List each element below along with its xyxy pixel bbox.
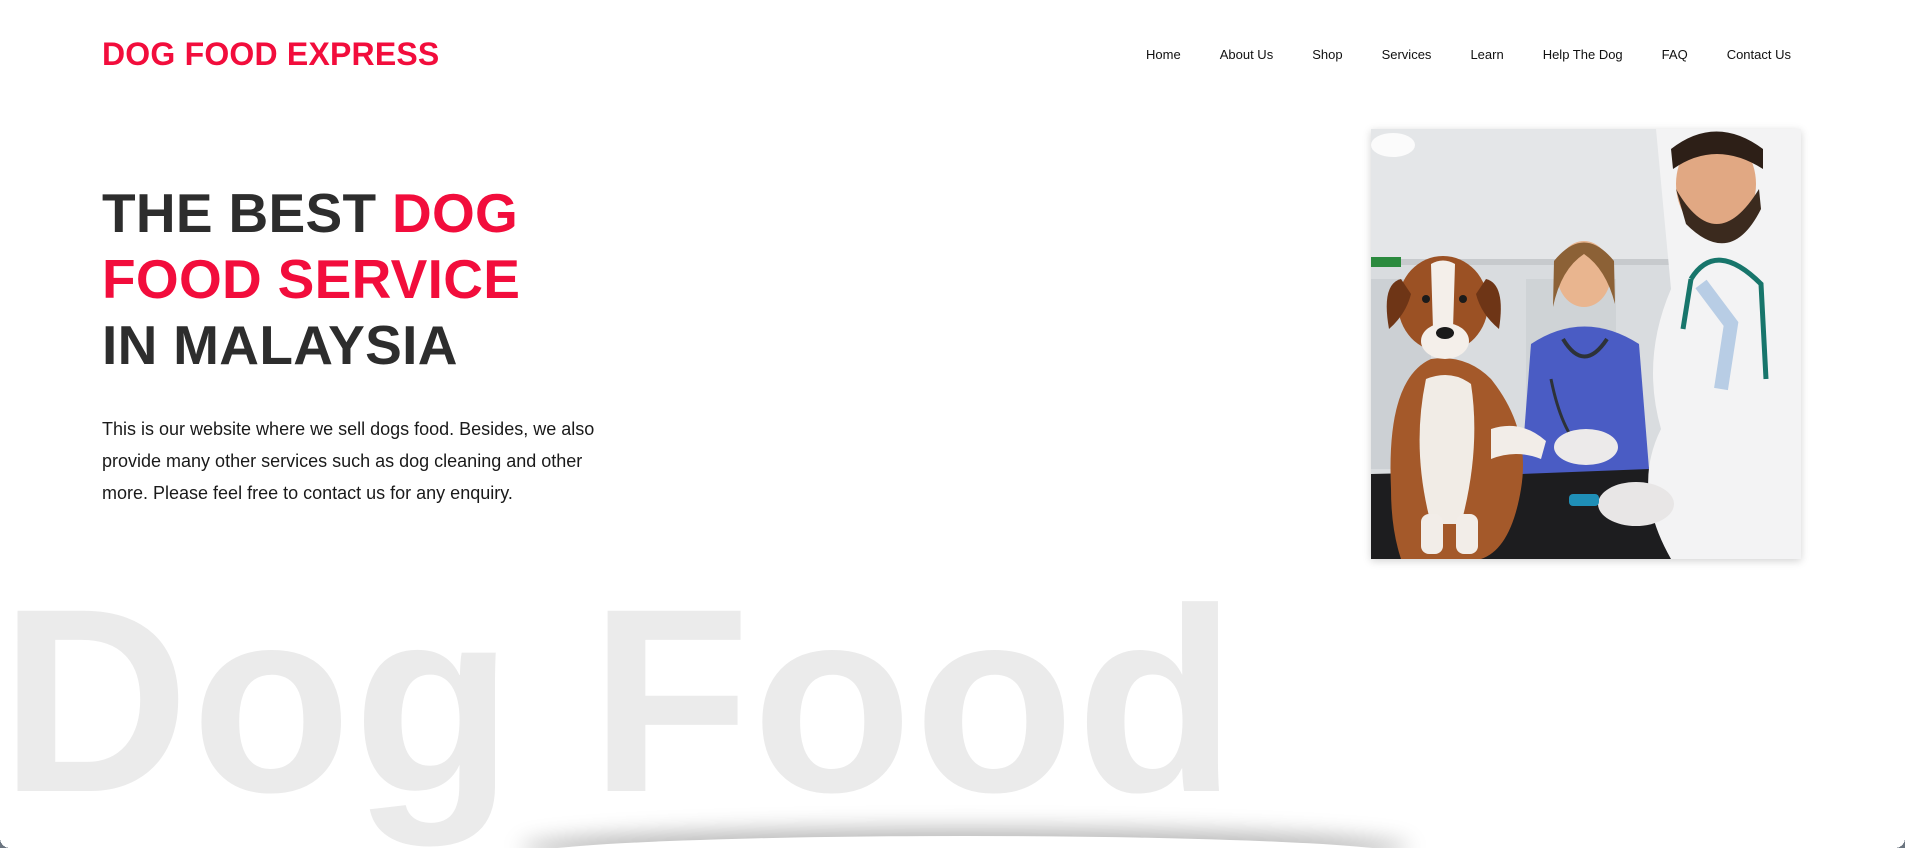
hero-title-part1: THE BEST xyxy=(102,182,392,244)
nav-home[interactable]: Home xyxy=(1146,47,1181,62)
window-corner-right xyxy=(1895,838,1905,848)
hero-title: THE BEST DOG FOOD SERVICE IN MALAYSIA xyxy=(102,180,520,378)
nav-faq[interactable]: FAQ xyxy=(1662,47,1688,62)
main-nav: Home About Us Shop Services Learn Help T… xyxy=(1107,47,1791,62)
hero-title-part3: IN MALAYSIA xyxy=(102,314,458,376)
nav-contact-us[interactable]: Contact Us xyxy=(1727,47,1791,62)
hero-title-red-2: FOOD SERVICE xyxy=(102,248,521,310)
nav-learn[interactable]: Learn xyxy=(1470,47,1503,62)
hero-title-red-1: DOG xyxy=(391,182,519,244)
nav-help-the-dog[interactable]: Help The Dog xyxy=(1543,47,1623,62)
brand-logo[interactable]: DOG FOOD EXPRESS xyxy=(102,36,439,73)
hero-description: This is our website where we sell dogs f… xyxy=(102,419,595,503)
nav-about-us[interactable]: About Us xyxy=(1220,47,1273,62)
background-watermark: Dog Food xyxy=(0,554,1239,847)
nav-shop[interactable]: Shop xyxy=(1312,47,1342,62)
vet-with-dog-photo xyxy=(1371,129,1801,559)
window-corner-left xyxy=(0,838,10,848)
page: DOG FOOD EXPRESS Home About Us Shop Serv… xyxy=(0,0,1905,848)
nav-services[interactable]: Services xyxy=(1382,47,1432,62)
